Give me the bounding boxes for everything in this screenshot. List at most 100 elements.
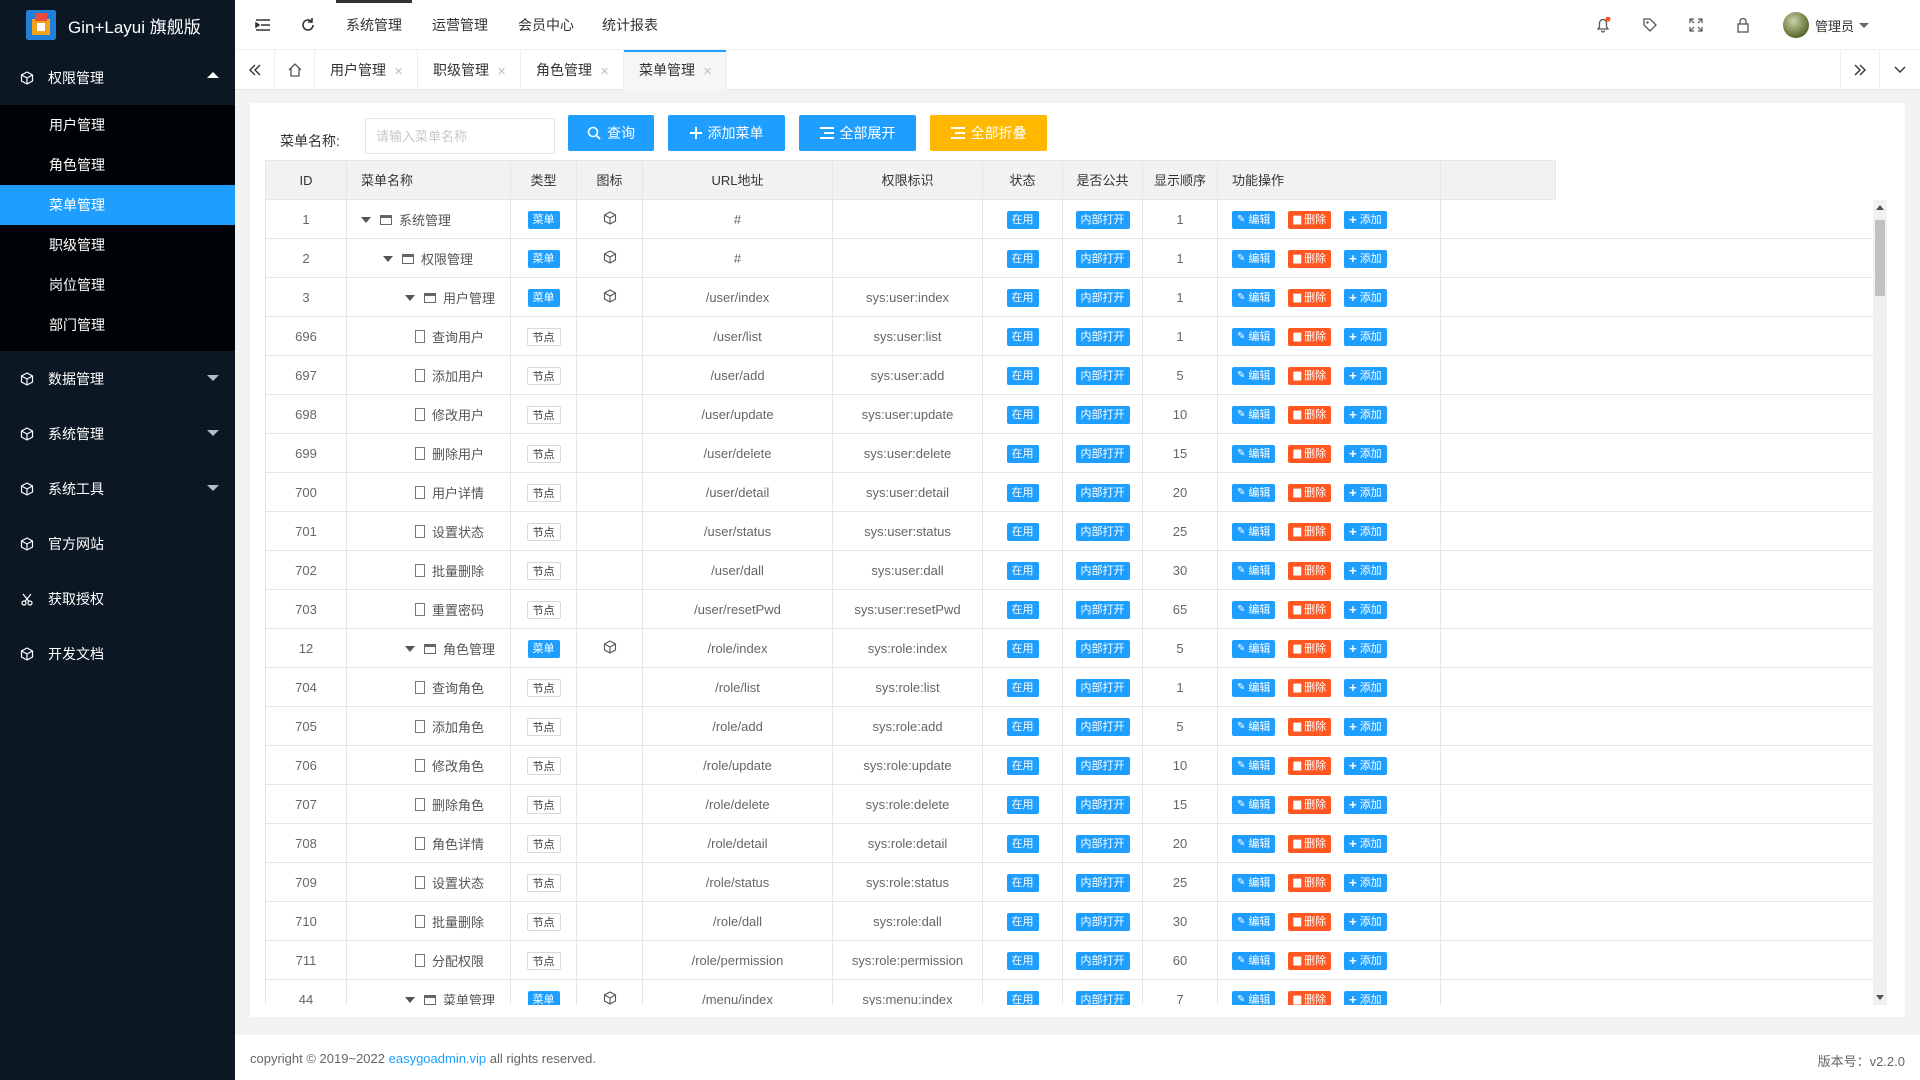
caret-down-icon[interactable]: [405, 294, 415, 301]
add-child-button[interactable]: + 添加: [1344, 756, 1387, 775]
tree-node[interactable]: 删除角色: [361, 795, 484, 814]
tree-node[interactable]: 角色管理: [361, 639, 495, 658]
top-nav-item-3[interactable]: 统计报表: [602, 0, 658, 50]
delete-button[interactable]: ▆ 删除: [1288, 873, 1332, 892]
tree-node[interactable]: 用户详情: [361, 483, 484, 502]
app-logo[interactable]: Gin+Layui 旗舰版: [0, 0, 235, 50]
table-row[interactable]: 2 权限管理 菜单 # 在用 内部打开 1 ✎ 编辑 ▆ 删除 + 添加: [266, 239, 1873, 278]
add-child-button[interactable]: + 添加: [1344, 210, 1387, 229]
delete-button[interactable]: ▆ 删除: [1288, 327, 1332, 346]
tree-node[interactable]: 批量删除: [361, 561, 484, 580]
table-row[interactable]: 703 重置密码 节点/user/resetPwd sys:user:resetPwd…: [266, 590, 1873, 629]
edit-button[interactable]: ✎ 编辑: [1232, 951, 1276, 970]
lock-icon[interactable]: [1735, 17, 1751, 33]
delete-button[interactable]: ▆ 删除: [1288, 912, 1332, 931]
table-row[interactable]: 707 删除角色 节点/role/delete sys:role:delete 在用 内部…: [266, 785, 1873, 824]
delete-button[interactable]: ▆ 删除: [1288, 795, 1332, 814]
close-icon[interactable]: ✕: [703, 66, 712, 78]
table-row[interactable]: 700 用户详情 节点/user/detail sys:user:detail 在用 内部…: [266, 473, 1873, 512]
delete-button[interactable]: ▆ 删除: [1288, 210, 1332, 229]
table-row[interactable]: 3 用户管理 菜单/user/index sys:user:index 在用 内部打开 1 ✎…: [266, 278, 1873, 317]
delete-button[interactable]: ▆ 删除: [1288, 990, 1332, 1005]
add-child-button[interactable]: + 添加: [1344, 795, 1387, 814]
add-child-button[interactable]: + 添加: [1344, 990, 1387, 1005]
add-child-button[interactable]: + 添加: [1344, 639, 1387, 658]
table-row[interactable]: 12 角色管理 菜单/role/index sys:role:index 在用 内部打开 5…: [266, 629, 1873, 668]
edit-button[interactable]: ✎ 编辑: [1232, 444, 1276, 463]
tab-2[interactable]: 角色管理 ✕: [521, 50, 624, 90]
edit-button[interactable]: ✎ 编辑: [1232, 522, 1276, 541]
delete-button[interactable]: ▆ 删除: [1288, 600, 1332, 619]
add-child-button[interactable]: + 添加: [1344, 288, 1387, 307]
table-row[interactable]: 698 修改用户 节点/user/update sys:user:update 在用 内部…: [266, 395, 1873, 434]
table-row[interactable]: 1 系统管理 菜单 # 在用 内部打开 1 ✎ 编辑 ▆ 删除 + 添加: [266, 200, 1873, 239]
edit-button[interactable]: ✎ 编辑: [1232, 405, 1276, 424]
query-button[interactable]: 查询: [568, 115, 654, 151]
tree-node[interactable]: 重置密码: [361, 600, 484, 619]
top-nav-item-0[interactable]: 系统管理: [336, 0, 412, 50]
tab-3[interactable]: 菜单管理 ✕: [624, 50, 727, 90]
edit-button[interactable]: ✎ 编辑: [1232, 483, 1276, 502]
add-child-button[interactable]: + 添加: [1344, 366, 1387, 385]
table-row[interactable]: 699 删除用户 节点/user/delete sys:user:delete 在用 内部…: [266, 434, 1873, 473]
expand-all-button[interactable]: 全部展开: [799, 115, 916, 151]
edit-button[interactable]: ✎ 编辑: [1232, 561, 1276, 580]
edit-button[interactable]: ✎ 编辑: [1232, 912, 1276, 931]
edit-button[interactable]: ✎ 编辑: [1232, 210, 1276, 229]
add-child-button[interactable]: + 添加: [1344, 717, 1387, 736]
add-child-button[interactable]: + 添加: [1344, 444, 1387, 463]
caret-down-icon[interactable]: [383, 255, 393, 262]
tree-node[interactable]: 查询角色: [361, 678, 484, 697]
sidebar-item-4[interactable]: 岗位管理: [0, 265, 235, 305]
add-child-button[interactable]: + 添加: [1344, 405, 1387, 424]
table-row[interactable]: 702 批量删除 节点/user/dall sys:user:dall 在用 内部打开 30…: [266, 551, 1873, 590]
scrollbar-thumb[interactable]: [1875, 220, 1885, 296]
edit-button[interactable]: ✎ 编辑: [1232, 990, 1276, 1005]
sidebar-group-5[interactable]: 获取授权: [0, 571, 235, 626]
top-nav-item-1[interactable]: 运营管理: [432, 0, 488, 50]
edit-button[interactable]: ✎ 编辑: [1232, 249, 1276, 268]
add-child-button[interactable]: + 添加: [1344, 561, 1387, 580]
add-child-button[interactable]: + 添加: [1344, 912, 1387, 931]
add-child-button[interactable]: + 添加: [1344, 522, 1387, 541]
table-row[interactable]: 44 菜单管理 菜单/menu/index sys:menu:index 在用 内部打开 7…: [266, 980, 1873, 1005]
edit-button[interactable]: ✎ 编辑: [1232, 756, 1276, 775]
delete-button[interactable]: ▆ 删除: [1288, 249, 1332, 268]
table-row[interactable]: 711 分配权限 节点/role/permission sys:role:permis…: [266, 941, 1873, 980]
edit-button[interactable]: ✎ 编辑: [1232, 678, 1276, 697]
tree-node[interactable]: 批量删除: [361, 912, 484, 931]
tree-node[interactable]: 添加用户: [361, 366, 484, 385]
edit-button[interactable]: ✎ 编辑: [1232, 327, 1276, 346]
delete-button[interactable]: ▆ 删除: [1288, 444, 1332, 463]
fullscreen-icon[interactable]: [1688, 17, 1704, 33]
tabs-scroll-right-icon[interactable]: [1840, 50, 1880, 90]
delete-button[interactable]: ▆ 删除: [1288, 366, 1332, 385]
edit-button[interactable]: ✎ 编辑: [1232, 795, 1276, 814]
sidebar-group-2[interactable]: 系统管理: [0, 406, 235, 461]
bell-icon[interactable]: [1595, 17, 1611, 33]
delete-button[interactable]: ▆ 删除: [1288, 561, 1332, 580]
add-child-button[interactable]: + 添加: [1344, 483, 1387, 502]
add-child-button[interactable]: + 添加: [1344, 600, 1387, 619]
table-row[interactable]: 704 查询角色 节点/role/list sys:role:list 在用 内部打开 1 ✎…: [266, 668, 1873, 707]
tree-node[interactable]: 设置状态: [361, 873, 484, 892]
refresh-icon[interactable]: [300, 17, 316, 33]
edit-button[interactable]: ✎ 编辑: [1232, 288, 1276, 307]
tree-node[interactable]: 查询用户: [361, 327, 484, 346]
sidebar-item-0[interactable]: 用户管理: [0, 105, 235, 145]
tree-node[interactable]: 分配权限: [361, 951, 484, 970]
delete-button[interactable]: ▆ 删除: [1288, 951, 1332, 970]
user-menu[interactable]: 管理员: [1783, 12, 1870, 38]
delete-button[interactable]: ▆ 删除: [1288, 639, 1332, 658]
menu-fold-icon[interactable]: [255, 17, 271, 33]
table-row[interactable]: 709 设置状态 节点/role/status sys:role:status 在用 内部…: [266, 863, 1873, 902]
edit-button[interactable]: ✎ 编辑: [1232, 639, 1276, 658]
edit-button[interactable]: ✎ 编辑: [1232, 834, 1276, 853]
tabs-dropdown-icon[interactable]: [1880, 50, 1920, 90]
add-child-button[interactable]: + 添加: [1344, 873, 1387, 892]
menu-name-input[interactable]: [365, 118, 555, 154]
sidebar-group-1[interactable]: 数据管理: [0, 351, 235, 406]
table-row[interactable]: 696 查询用户 节点/user/list sys:user:list 在用 内部打开 1 ✎…: [266, 317, 1873, 356]
sidebar-group-3[interactable]: 系统工具: [0, 461, 235, 516]
delete-button[interactable]: ▆ 删除: [1288, 834, 1332, 853]
